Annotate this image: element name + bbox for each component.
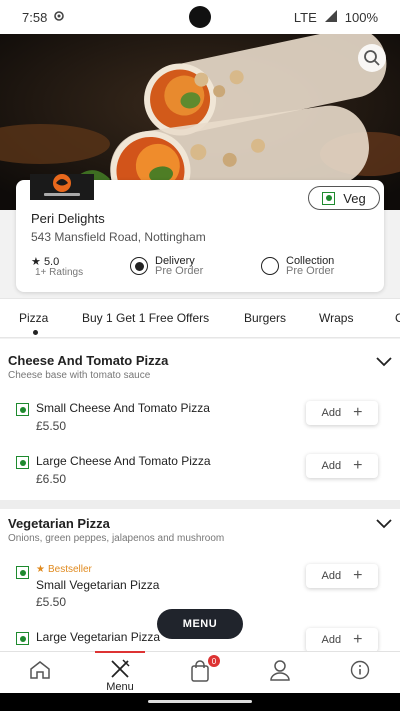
menu-item: Small Cheese And Tomato Pizza £5.50 Add … xyxy=(16,401,378,435)
add-button[interactable]: Add + xyxy=(306,628,378,651)
menu-item: ★ Bestseller Small Vegetarian Pizza £5.5… xyxy=(16,564,378,609)
restaurant-name: Peri Delights xyxy=(31,211,105,226)
network-label: LTE xyxy=(293,9,317,25)
section-title: Cheese And Tomato Pizza xyxy=(8,353,169,368)
menu-floating-button[interactable]: MENU xyxy=(157,609,243,639)
status-left: 7:58 xyxy=(22,10,65,25)
tab-pizza[interactable]: Pizza xyxy=(19,311,48,325)
item-name: Small Vegetarian Pizza xyxy=(36,578,160,592)
collection-option[interactable]: Collection Pre Order xyxy=(261,256,335,277)
veg-icon xyxy=(16,632,29,645)
add-label: Add xyxy=(321,570,342,582)
battery-level: 100% xyxy=(344,9,378,25)
delivery-sub: Pre Order xyxy=(155,265,204,277)
fork-knife-icon xyxy=(111,659,130,678)
status-time: 7:58 xyxy=(22,9,48,25)
tab-partial[interactable]: C xyxy=(395,311,400,325)
star-icon: ★ xyxy=(36,564,45,575)
collection-radio[interactable] xyxy=(261,257,279,275)
plus-icon: + xyxy=(353,457,363,474)
menu-list: Cheese And Tomato Pizza Cheese base with… xyxy=(0,339,400,651)
restaurant-address: 543 Mansfield Road, Nottingham xyxy=(31,230,206,244)
delivery-text: Delivery Pre Order xyxy=(155,256,204,277)
nav-home[interactable] xyxy=(20,660,60,680)
shopping-bag-icon xyxy=(191,660,209,682)
section-header-vegetarian[interactable]: Vegetarian Pizza Onions, green peppes, j… xyxy=(8,516,224,544)
item-price: £5.50 xyxy=(36,419,67,433)
item-price: £5.50 xyxy=(36,595,67,609)
chevron-down-icon[interactable] xyxy=(376,519,392,529)
item-name: Large Vegetarian Pizza xyxy=(36,630,161,644)
plus-icon: + xyxy=(353,631,363,648)
veg-icon xyxy=(16,403,29,416)
nav-profile[interactable] xyxy=(260,659,300,681)
rating-count: 1+ Ratings xyxy=(35,267,84,278)
section-description: Onions, green peppes, jalapenos and mush… xyxy=(8,533,225,544)
collection-sub: Pre Order xyxy=(286,265,335,277)
add-label: Add xyxy=(321,634,342,646)
plus-icon: + xyxy=(353,567,363,584)
add-button[interactable]: Add + xyxy=(306,564,378,588)
menu-item: Large Cheese And Tomato Pizza £6.50 Add … xyxy=(16,454,378,488)
add-label: Add xyxy=(321,460,342,472)
system-gesture-bar xyxy=(0,693,400,711)
nav-menu-label: Menu xyxy=(106,681,134,693)
peri-delights-logo-icon xyxy=(30,174,94,200)
section-title: Vegetarian Pizza xyxy=(8,516,110,531)
delivery-radio[interactable] xyxy=(130,257,148,275)
veg-icon xyxy=(16,456,29,469)
category-tabs: Pizza Buy 1 Get 1 Free Offers Burgers Wr… xyxy=(0,298,400,338)
veg-icon xyxy=(16,566,29,579)
status-bar: 7:58 LTE 100% xyxy=(0,0,400,34)
section-header-cheese-tomato[interactable]: Cheese And Tomato Pizza Cheese base with… xyxy=(8,353,168,381)
restaurant-logo xyxy=(30,174,94,200)
veg-icon xyxy=(322,191,336,205)
signal-icon xyxy=(324,9,337,25)
user-icon xyxy=(270,660,290,681)
home-indicator[interactable] xyxy=(148,700,252,703)
collection-text: Collection Pre Order xyxy=(286,256,335,277)
add-label: Add xyxy=(321,407,342,419)
section-description: Cheese base with tomato sauce xyxy=(8,370,151,381)
active-tab-indicator xyxy=(33,330,38,335)
search-button[interactable] xyxy=(358,44,386,72)
settings-gear-icon xyxy=(53,10,65,25)
status-right: LTE 100% xyxy=(293,9,378,25)
section-divider xyxy=(0,500,400,509)
cart-count-badge: 0 xyxy=(208,655,220,667)
bottom-navigation: Menu 0 xyxy=(0,651,400,693)
plus-icon: + xyxy=(353,404,363,421)
restaurant-info-card: Veg Peri Delights 543 Mansfield Road, No… xyxy=(16,174,384,292)
chevron-down-icon[interactable] xyxy=(376,357,392,367)
nav-menu[interactable]: Menu xyxy=(100,658,140,693)
camera-cutout xyxy=(189,6,211,28)
search-icon xyxy=(364,50,380,66)
active-nav-indicator xyxy=(95,651,145,653)
tab-wraps[interactable]: Wraps xyxy=(319,311,353,325)
item-price: £6.50 xyxy=(36,472,67,486)
delivery-option[interactable]: Delivery Pre Order xyxy=(130,256,204,277)
bestseller-label: Bestseller xyxy=(47,564,92,575)
info-icon xyxy=(350,660,370,680)
tab-buy-1-get-1[interactable]: Buy 1 Get 1 Free Offers xyxy=(82,311,209,325)
bestseller-badge: ★ Bestseller xyxy=(36,564,92,575)
item-name: Large Cheese And Tomato Pizza xyxy=(36,454,211,468)
nav-info[interactable] xyxy=(340,660,380,680)
home-icon xyxy=(30,661,50,679)
item-name: Small Cheese And Tomato Pizza xyxy=(36,401,210,415)
veg-filter-toggle[interactable]: Veg xyxy=(308,186,380,210)
veg-label: Veg xyxy=(343,190,366,206)
add-button[interactable]: Add + xyxy=(306,454,378,478)
add-button[interactable]: Add + xyxy=(306,401,378,425)
tab-burgers[interactable]: Burgers xyxy=(244,311,286,325)
